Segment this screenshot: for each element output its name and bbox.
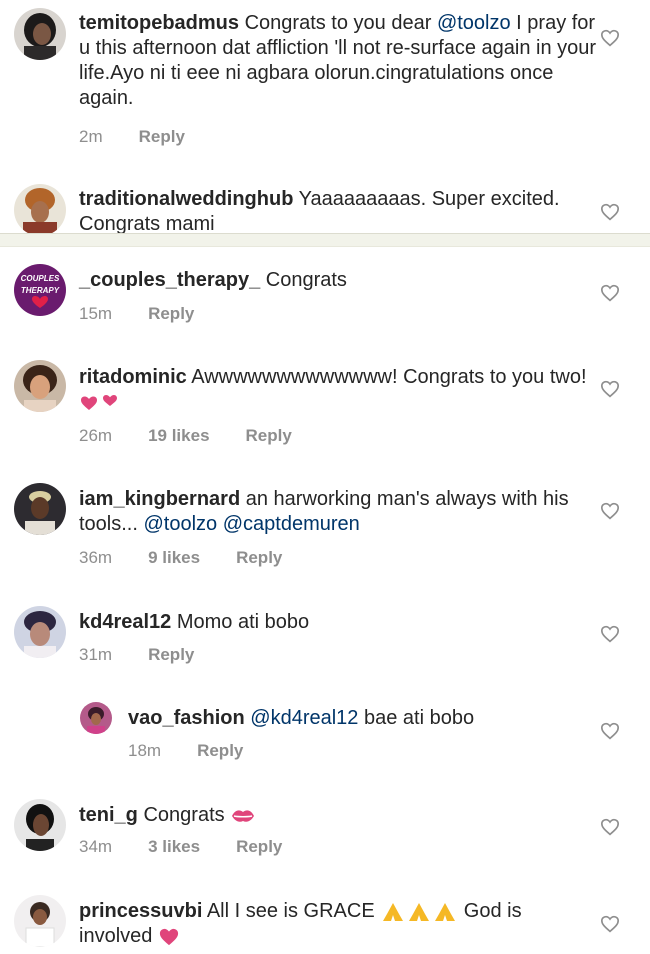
text-part: Congrats [143, 804, 225, 826]
comment-text: teni_g Congrats [79, 803, 599, 828]
timestamp: 26m [79, 426, 113, 445]
text-part: bae ati bobo [363, 707, 475, 729]
likes-count[interactable]: 3 likes [148, 837, 200, 857]
mention-link[interactable]: @toolzo [143, 513, 217, 535]
heart-outline-icon[interactable] [600, 29, 620, 47]
username[interactable]: traditionalweddinghub [79, 188, 293, 210]
comment-text: _couples_therapy_ Congrats [79, 268, 599, 293]
comment-meta: 34m 3 likes Reply [79, 837, 282, 857]
heart-outline-icon[interactable] [600, 203, 620, 221]
mention-link[interactable]: @captdemuren [223, 513, 360, 535]
avatar[interactable]: COUPLES THERAPY [14, 264, 66, 316]
comment-meta: 2m Reply [79, 127, 185, 147]
avatar[interactable] [14, 606, 66, 658]
username[interactable]: teni_g [79, 804, 138, 826]
heart-outline-icon[interactable] [600, 502, 620, 520]
screenshot-divider [0, 233, 650, 247]
heart-outline-icon[interactable] [600, 818, 620, 836]
comment-meta: 31m Reply [79, 645, 194, 665]
comment-meta: 15m Reply [79, 304, 194, 324]
avatar[interactable] [14, 895, 66, 947]
reply-button[interactable]: Reply [246, 426, 292, 446]
username[interactable]: ritadominic [79, 366, 187, 388]
comment-meta: 36m 9 likes Reply [79, 548, 282, 568]
heart-outline-icon[interactable] [600, 625, 620, 643]
mention-link[interactable]: @kd4real12 [250, 707, 358, 729]
reply-button[interactable]: Reply [148, 645, 194, 665]
timestamp: 36m [79, 548, 113, 567]
username[interactable]: princessuvbi [79, 900, 202, 922]
comment-text: kd4real12 Momo ati bobo [79, 610, 599, 635]
comment-text: iam_kingbernard an harworking man's alwa… [79, 487, 599, 537]
avatar[interactable] [14, 184, 66, 236]
username[interactable]: _couples_therapy_ [79, 269, 260, 291]
likes-count[interactable]: 19 likes [148, 426, 209, 446]
kiss-mark-emoji [232, 810, 255, 822]
text-part: Congrats [265, 269, 347, 291]
avatar-text: THERAPY [21, 286, 60, 295]
reply-button[interactable]: Reply [197, 741, 243, 761]
reply-button[interactable]: Reply [139, 127, 185, 147]
reply-button[interactable]: Reply [236, 837, 282, 857]
mention-link[interactable]: @toolzo [437, 12, 511, 34]
heart-outline-icon[interactable] [600, 380, 620, 398]
reply-button[interactable]: Reply [236, 548, 282, 568]
text-part: Awwwwwwwwwwwww! Congrats to you two! [191, 366, 587, 388]
praying-hands-emoji [383, 902, 456, 921]
avatar[interactable] [14, 8, 66, 60]
text-part: Momo ati bobo [176, 611, 310, 633]
comment-text: temitopebadmus Congrats to you dear @too… [79, 11, 599, 111]
avatar[interactable] [14, 360, 66, 412]
timestamp: 15m [79, 304, 113, 323]
heart-emoji [159, 928, 179, 945]
reply-button[interactable]: Reply [148, 304, 194, 324]
heart-outline-icon[interactable] [600, 915, 620, 933]
heart-outline-icon[interactable] [600, 722, 620, 740]
timestamp: 31m [79, 645, 113, 664]
username[interactable]: vao_fashion [128, 707, 245, 729]
username[interactable]: temitopebadmus [79, 12, 239, 34]
text-part: All I see is GRACE [206, 900, 375, 922]
comment-text: ritadominic Awwwwwwwwwwwww! Congrats to … [79, 365, 599, 415]
avatar-text: COUPLES [21, 274, 60, 283]
comment-text: traditionalweddinghub Yaaaaaaaaas. Super… [79, 187, 599, 237]
username[interactable]: iam_kingbernard [79, 488, 240, 510]
avatar[interactable] [14, 483, 66, 535]
comment-text: vao_fashion @kd4real12 bae ati bobo [128, 706, 598, 731]
avatar[interactable] [80, 702, 112, 734]
comment-meta: 18m Reply [128, 741, 243, 761]
text-part: Congrats to you dear [244, 12, 437, 34]
username[interactable]: kd4real12 [79, 611, 171, 633]
comment-meta: 26m 19 likes Reply [79, 426, 292, 446]
timestamp: 18m [128, 741, 162, 760]
comment-text: princessuvbi All I see is GRACE God is i… [79, 899, 599, 949]
avatar[interactable] [14, 799, 66, 851]
heart-outline-icon[interactable] [600, 284, 620, 302]
two-hearts-emoji [81, 394, 117, 410]
likes-count[interactable]: 9 likes [148, 548, 200, 568]
timestamp: 2m [79, 127, 103, 146]
timestamp: 34m [79, 837, 113, 856]
